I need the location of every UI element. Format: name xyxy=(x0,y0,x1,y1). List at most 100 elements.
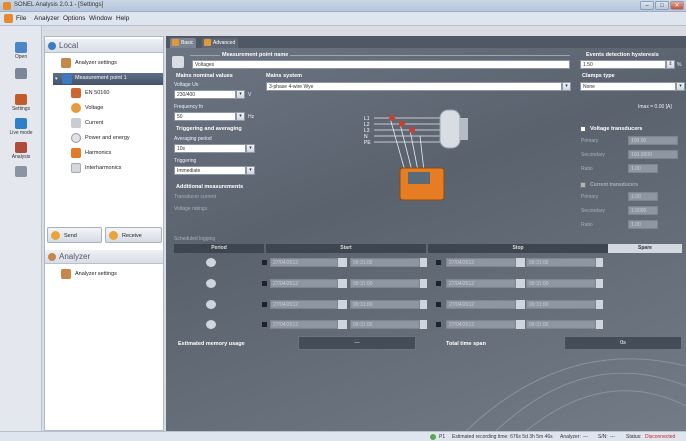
tree-item-current[interactable]: Current xyxy=(71,118,161,129)
calendar-icon[interactable] xyxy=(516,300,525,309)
send-button[interactable]: Send xyxy=(47,227,102,243)
time-spinner[interactable] xyxy=(596,320,603,329)
frequency-dropdown[interactable]: ▾ xyxy=(236,112,245,121)
tree-item-power-energy[interactable]: Power and energy xyxy=(71,133,161,144)
tab-advanced[interactable]: Advanced xyxy=(202,38,239,48)
hysteresis-spinner[interactable]: ⇕ xyxy=(666,60,675,69)
start-time-input[interactable]: 09:31:00 xyxy=(350,258,420,267)
ct-secondary-input[interactable]: 1.0000 xyxy=(628,206,658,215)
transducer-current-option[interactable]: Transducer current xyxy=(174,194,216,200)
time-spinner[interactable] xyxy=(420,300,427,309)
voltage-un-dropdown[interactable]: ▾ xyxy=(236,90,245,99)
stop-time-input[interactable]: 09:31:00 xyxy=(526,258,596,267)
voltage-un-select[interactable]: 230/400 xyxy=(174,90,236,99)
hysteresis-input[interactable]: 1.50 xyxy=(580,60,666,69)
time-spinner[interactable] xyxy=(420,258,427,267)
tree-item-en50160[interactable]: EN 50160 xyxy=(71,88,161,99)
stop-checkbox[interactable] xyxy=(436,260,441,265)
start-checkbox[interactable] xyxy=(262,322,267,327)
menu-window[interactable]: Window xyxy=(89,15,112,22)
time-spinner[interactable] xyxy=(596,279,603,288)
tab-basic[interactable]: Basic xyxy=(170,38,197,48)
calendar-icon[interactable] xyxy=(516,320,525,329)
start-date-input[interactable]: 27/04/2012 xyxy=(270,300,338,309)
close-button[interactable]: ✕ xyxy=(670,1,684,10)
menu-options[interactable]: Options xyxy=(63,15,85,22)
start-date-input[interactable]: 27/04/2012 xyxy=(270,279,338,288)
clamps-dropdown[interactable]: ▾ xyxy=(676,82,685,91)
start-checkbox[interactable] xyxy=(262,260,267,265)
time-spinner[interactable] xyxy=(596,300,603,309)
tree-item-harmonics[interactable]: Harmonics xyxy=(71,148,161,159)
stop-checkbox[interactable] xyxy=(436,322,441,327)
vt-primary-label: Primary xyxy=(581,138,599,144)
calendar-icon[interactable] xyxy=(338,279,347,288)
minimize-button[interactable]: – xyxy=(640,1,654,10)
frequency-select[interactable]: 50 xyxy=(174,112,236,121)
voltage-ratings-option[interactable]: Voltage ratings xyxy=(174,206,207,212)
stop-date-input[interactable]: 27/04/2012 xyxy=(446,300,516,309)
start-date-input[interactable]: 27/04/2012 xyxy=(270,320,338,329)
triggering-select[interactable]: Immediate xyxy=(174,166,246,175)
tree-item-analyzer-settings-2[interactable]: Analyzer settings xyxy=(61,269,161,280)
tree-item-analyzer-settings[interactable]: Analyzer settings xyxy=(61,58,161,69)
vt-primary-input[interactable]: 100.00 xyxy=(628,136,678,145)
local-group-header[interactable]: Local xyxy=(45,39,163,53)
open-button[interactable]: Open xyxy=(3,42,39,62)
tree-item-voltage[interactable]: Voltage xyxy=(71,103,161,114)
voltage-transducers-checkbox[interactable] xyxy=(580,126,586,132)
time-spinner[interactable] xyxy=(420,320,427,329)
calendar-icon[interactable] xyxy=(338,258,347,267)
calendar-icon[interactable] xyxy=(516,279,525,288)
calendar-icon[interactable] xyxy=(338,300,347,309)
time-spinner[interactable] xyxy=(420,279,427,288)
start-date-input[interactable]: 27/04/2012 xyxy=(270,258,338,267)
vt-ratio-input[interactable]: 1.00 xyxy=(628,164,658,173)
averaging-select[interactable]: 10s xyxy=(174,144,246,153)
triggering-dropdown[interactable]: ▾ xyxy=(246,166,255,175)
period-row-icon xyxy=(206,279,216,288)
stop-time-input[interactable]: 09:31:00 xyxy=(526,320,596,329)
ct-primary-input[interactable]: 1.00 xyxy=(628,192,658,201)
tree-item-measurement-point-1[interactable]: ▾ Measurement point 1 xyxy=(53,73,163,85)
stop-time-input[interactable]: 09:31:00 xyxy=(526,300,596,309)
menu-file[interactable]: File xyxy=(16,15,26,22)
stop-checkbox[interactable] xyxy=(436,281,441,286)
col-spare: Spare xyxy=(608,244,682,253)
live-mode-button[interactable]: Live mode xyxy=(3,118,39,138)
stop-date-input[interactable]: 27/04/2012 xyxy=(446,279,516,288)
start-time-input[interactable]: 09:31:00 xyxy=(350,300,420,309)
vt-secondary-input[interactable]: 100.0000 xyxy=(628,150,678,159)
maximize-button[interactable]: □ xyxy=(655,1,669,10)
start-checkbox[interactable] xyxy=(262,302,267,307)
start-checkbox[interactable] xyxy=(262,281,267,286)
stop-date-input[interactable]: 27/04/2012 xyxy=(446,258,516,267)
ct-ratio-input[interactable]: 1.00 xyxy=(628,220,658,229)
start-time-input[interactable]: 09:31:00 xyxy=(350,279,420,288)
status-recording-time: Estimated recording time: 676s 5d 3h 5m … xyxy=(452,434,553,440)
mains-system-select[interactable]: 3-phase 4-wire Wye xyxy=(266,82,562,91)
stop-time-input[interactable]: 09:31:00 xyxy=(526,279,596,288)
point-name-icon xyxy=(172,56,184,68)
menu-analyzer[interactable]: Analyzer xyxy=(34,15,59,22)
hysteresis-header: Events detection hysteresis xyxy=(586,52,659,58)
save-button[interactable] xyxy=(3,68,39,88)
calendar-icon[interactable] xyxy=(516,258,525,267)
calendar-icon[interactable] xyxy=(338,320,347,329)
receive-button[interactable]: Receive xyxy=(105,227,162,243)
point-name-input[interactable]: Voltages xyxy=(192,60,570,69)
tools-button[interactable] xyxy=(3,166,39,186)
clamps-select[interactable]: None xyxy=(580,82,676,91)
tree-item-interharmonics[interactable]: Interharmonics xyxy=(71,163,161,174)
stop-date-input[interactable]: 27/04/2012 xyxy=(446,320,516,329)
time-spinner[interactable] xyxy=(596,258,603,267)
averaging-dropdown[interactable]: ▾ xyxy=(246,144,255,153)
start-time-input[interactable]: 09:31:00 xyxy=(350,320,420,329)
mains-system-dropdown[interactable]: ▾ xyxy=(562,82,571,91)
analyzer-group-header[interactable]: Analyzer xyxy=(45,250,163,264)
settings-button[interactable]: Settings xyxy=(3,94,39,114)
menu-help[interactable]: Help xyxy=(116,15,129,22)
stop-checkbox[interactable] xyxy=(436,302,441,307)
analysis-button[interactable]: Analysis xyxy=(3,142,39,162)
current-transducers-checkbox[interactable] xyxy=(580,182,586,188)
